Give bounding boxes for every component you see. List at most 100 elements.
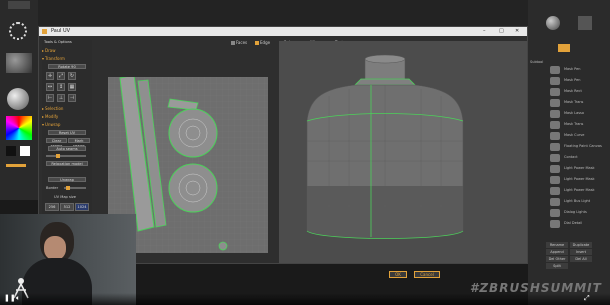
subtool-list: Mask Pen Mask Pen Mask Rect Mask Trans Mask …: [528, 66, 610, 236]
uv-map-size-label: UV Map size: [54, 195, 76, 199]
subtool-item[interactable]: Mask Pen: [528, 66, 610, 76]
subtool-label: Mask Rect: [564, 89, 582, 93]
subtool-item[interactable]: Light Power Mask: [528, 187, 610, 197]
size-256-button[interactable]: 256: [45, 203, 59, 211]
align-left-icon[interactable]: ⊢: [46, 94, 54, 102]
subtool-action-button[interactable]: Rename: [546, 242, 568, 248]
section-label: Modify: [45, 114, 59, 119]
subtool-item[interactable]: Light Power Mask: [528, 176, 610, 186]
subtool-item[interactable]: Mask Pen: [528, 77, 610, 87]
auto-seams-button[interactable]: Auto seams: [48, 146, 86, 151]
subtool-thumb: [550, 220, 560, 228]
slider-handle[interactable]: [66, 186, 70, 190]
subtool-action-button[interactable]: Split: [546, 263, 568, 269]
view-option-faces[interactable]: Faces: [231, 40, 247, 45]
subtool-item[interactable]: Mask Rect: [528, 88, 610, 98]
border-slider[interactable]: [64, 186, 86, 190]
brush-thumb[interactable]: [8, 1, 30, 9]
subtool-label: Mask Curve: [564, 133, 585, 137]
subtool-label: Contact: [564, 155, 578, 159]
scale-icon[interactable]: ⤢: [57, 72, 65, 80]
align-right-icon[interactable]: ⊣: [68, 94, 76, 102]
webcam-overlay: [0, 214, 136, 305]
color-picker[interactable]: [6, 116, 32, 140]
relaxation-mode-select[interactable]: Relaxation model: [46, 161, 88, 166]
fullscreen-icon[interactable]: ⤢: [584, 294, 590, 303]
uv-island-top-cap: [168, 108, 218, 158]
subtool-item[interactable]: Dial Detail: [528, 220, 610, 230]
alpha-thumb[interactable]: [6, 53, 32, 73]
section-transform[interactable]: ▾Transform: [42, 56, 92, 62]
uv-island-small: [218, 241, 228, 251]
subtool-item[interactable]: Mask Curve: [528, 132, 610, 142]
subtool-thumb: [550, 99, 560, 107]
subtool-action-button[interactable]: Del Other: [546, 256, 568, 262]
subtool-label: Mask Lasso: [564, 111, 585, 115]
subtool-action-button[interactable]: Insert: [570, 249, 592, 255]
section-modify[interactable]: ▸Modify: [42, 114, 92, 120]
stroke-dots-icon[interactable]: [9, 22, 27, 40]
app-icon: [42, 29, 47, 34]
star-thumb[interactable]: [578, 16, 592, 30]
color-swatch[interactable]: [20, 146, 30, 156]
mark-seams-button[interactable]: Mark seams: [68, 138, 90, 148]
subtool-item[interactable]: Floating Paint Canvas: [528, 143, 610, 153]
subtool-item[interactable]: Mask Trans: [528, 99, 610, 109]
subtool-item[interactable]: Light Bus Light: [528, 198, 610, 208]
size-1024-button[interactable]: 1024: [75, 203, 89, 211]
subtool-action-button[interactable]: Duplicate: [570, 242, 592, 248]
rotate-icon[interactable]: ↻: [68, 72, 76, 80]
subtool-action-button[interactable]: Del All: [570, 256, 592, 262]
checkbox-icon[interactable]: [255, 41, 259, 45]
subtool-item[interactable]: Mask Trans: [528, 121, 610, 131]
polysphere-thumb[interactable]: [546, 16, 560, 30]
flip-h-icon[interactable]: ↔: [46, 83, 54, 91]
tool-s-icon[interactable]: [558, 44, 570, 52]
volume-icon[interactable]: 🔈︎: [16, 294, 20, 303]
subtool-thumb: [550, 121, 560, 129]
uv-island-bottom-cap: [168, 163, 218, 213]
unwrap-button[interactable]: Unwrap: [48, 177, 86, 182]
maximize-icon[interactable]: □: [499, 27, 504, 36]
view-option-edge[interactable]: Edge: [255, 40, 270, 45]
section-draw[interactable]: ▸Draw: [42, 48, 92, 54]
section-selection[interactable]: ▸Selection: [42, 106, 92, 112]
border-label: Border: [46, 186, 59, 190]
subtool-label: Light Power Mask: [564, 188, 595, 192]
subtool-thumb: [550, 77, 560, 85]
section-unwrap[interactable]: ▾Unwrap: [42, 122, 92, 128]
ok-button[interactable]: OK: [389, 271, 407, 278]
active-indicator: [6, 164, 26, 167]
subtool-thumb: [550, 198, 560, 206]
checkbox-icon[interactable]: [231, 41, 235, 45]
slider-track[interactable]: [46, 154, 86, 158]
subtool-action-button[interactable]: Append: [546, 249, 568, 255]
slider-handle[interactable]: [56, 154, 60, 158]
subtool-item[interactable]: Contact: [528, 154, 610, 164]
cancel-button[interactable]: Cancel: [414, 271, 440, 278]
reset-uv-button[interactable]: Reset UV: [48, 130, 86, 135]
minimize-icon[interactable]: –: [483, 27, 486, 36]
rotate-90-button[interactable]: Rotate 90: [48, 64, 86, 69]
move-icon[interactable]: ✛: [46, 72, 54, 80]
subtool-thumb: [550, 209, 560, 217]
subtool-item[interactable]: Mask Lasso: [528, 110, 610, 120]
close-icon[interactable]: ✕: [515, 27, 519, 36]
section-label: Transform: [45, 56, 65, 61]
subtool-thumb: [550, 187, 560, 195]
zbrush-left-shelf: [0, 0, 38, 200]
play-icon[interactable]: ❚❚: [4, 294, 16, 302]
flip-v-icon[interactable]: ↕: [57, 83, 65, 91]
3d-viewport[interactable]: OK Cancel: [279, 41, 527, 278]
subtool-thumb: [550, 165, 560, 173]
clear-seams-button[interactable]: Clear seams: [46, 138, 67, 148]
align-center-icon[interactable]: ⊥: [57, 94, 65, 102]
size-512-button[interactable]: 512: [60, 203, 74, 211]
secondary-color-swatch[interactable]: [6, 146, 16, 156]
grid-icon[interactable]: ▦: [68, 83, 76, 91]
material-sphere-icon[interactable]: [7, 88, 29, 110]
subtool-label: Dialog Lights: [564, 210, 587, 214]
subtool-item[interactable]: Light Power Mask: [528, 165, 610, 175]
subtool-label: Light Power Mask: [564, 166, 595, 170]
subtool-item[interactable]: Dialog Lights: [528, 209, 610, 219]
